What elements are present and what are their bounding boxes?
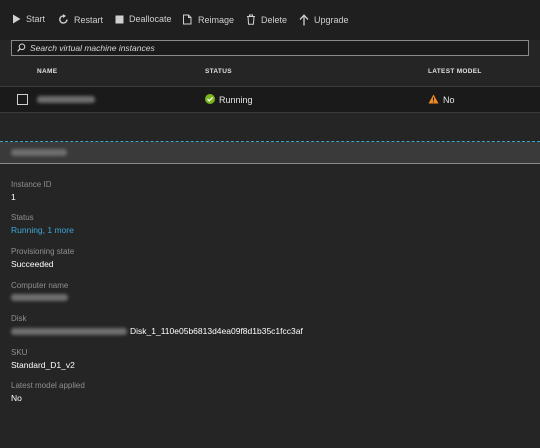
restart-icon bbox=[58, 14, 69, 25]
start-label: Start bbox=[26, 14, 46, 24]
prop-latest-model-applied: Latest model applied No bbox=[11, 381, 85, 403]
trash-icon bbox=[246, 14, 256, 25]
row-latest-model: No bbox=[428, 94, 455, 106]
instance-name-redacted[interactable] bbox=[37, 96, 95, 103]
row-status: Running bbox=[205, 94, 253, 106]
status-link[interactable]: Running, 1 more bbox=[11, 225, 74, 235]
upgrade-button[interactable]: Upgrade bbox=[299, 14, 349, 26]
deallocate-label: Deallocate bbox=[129, 14, 172, 24]
prop-instance-id: Instance ID 1 bbox=[11, 180, 51, 202]
warning-icon bbox=[428, 94, 439, 106]
prop-disk: Disk Disk_1_110e05b6813d4ea09f8d1b35c1fc… bbox=[11, 314, 303, 336]
checkmark-circle-icon bbox=[205, 94, 215, 106]
play-icon bbox=[12, 14, 21, 24]
search-input[interactable] bbox=[30, 43, 510, 53]
deallocate-button[interactable]: Deallocate bbox=[115, 14, 172, 24]
status-text: Running bbox=[219, 95, 253, 105]
command-toolbar: Start Restart Deallocate Reimage Delete … bbox=[0, 0, 540, 40]
prop-provisioning-state: Provisioning state Succeeded bbox=[11, 247, 74, 269]
search-icon bbox=[17, 43, 26, 54]
instance-title-redacted bbox=[11, 149, 67, 156]
prop-computer-name: Computer name bbox=[11, 281, 69, 301]
prop-label: Instance ID bbox=[11, 180, 52, 189]
prop-value: Succeeded bbox=[11, 259, 54, 269]
start-button[interactable]: Start bbox=[12, 14, 45, 24]
instance-detail-header bbox=[0, 142, 540, 164]
reimage-button[interactable]: Reimage bbox=[182, 14, 234, 25]
prop-value: Disk_1_110e05b6813d4ea09f8d1b35c1fcc3af bbox=[11, 326, 303, 336]
prop-status: Status Running, 1 more bbox=[11, 213, 74, 235]
prop-value: Standard_D1_v2 bbox=[11, 360, 75, 370]
prop-label: Status bbox=[11, 213, 34, 222]
latest-model-text: No bbox=[443, 95, 455, 105]
reimage-icon bbox=[182, 14, 193, 25]
delete-button[interactable]: Delete bbox=[246, 14, 287, 25]
disk-prefix-redacted bbox=[11, 327, 127, 335]
stop-icon bbox=[115, 15, 124, 24]
search-box bbox=[11, 40, 529, 56]
column-header-name[interactable]: NAME bbox=[37, 68, 57, 75]
disk-name-text: Disk_1_110e05b6813d4ea09f8d1b35c1fcc3af bbox=[130, 326, 303, 336]
restart-label: Restart bbox=[74, 14, 104, 25]
restart-button[interactable]: Restart bbox=[58, 14, 103, 25]
table-row[interactable]: Running No bbox=[0, 86, 540, 113]
prop-sku: SKU Standard_D1_v2 bbox=[11, 348, 75, 370]
upgrade-label: Upgrade bbox=[314, 15, 349, 25]
prop-label: Disk bbox=[11, 314, 27, 323]
computer-name-redacted bbox=[11, 294, 68, 301]
table-header: NAME STATUS LATEST MODEL bbox=[0, 64, 540, 82]
row-checkbox[interactable] bbox=[17, 94, 28, 105]
delete-label: Delete bbox=[261, 14, 288, 25]
prop-label: Provisioning state bbox=[11, 247, 75, 256]
prop-value: 1 bbox=[11, 192, 16, 202]
prop-label: Latest model applied bbox=[11, 381, 85, 390]
column-header-latest-model[interactable]: LATEST MODEL bbox=[428, 68, 482, 75]
prop-value: No bbox=[11, 393, 22, 403]
upgrade-arrow-icon bbox=[299, 14, 309, 26]
prop-label: Computer name bbox=[11, 281, 69, 290]
prop-label: SKU bbox=[11, 348, 28, 357]
column-header-status[interactable]: STATUS bbox=[205, 68, 232, 75]
reimage-label: Reimage bbox=[198, 14, 235, 25]
